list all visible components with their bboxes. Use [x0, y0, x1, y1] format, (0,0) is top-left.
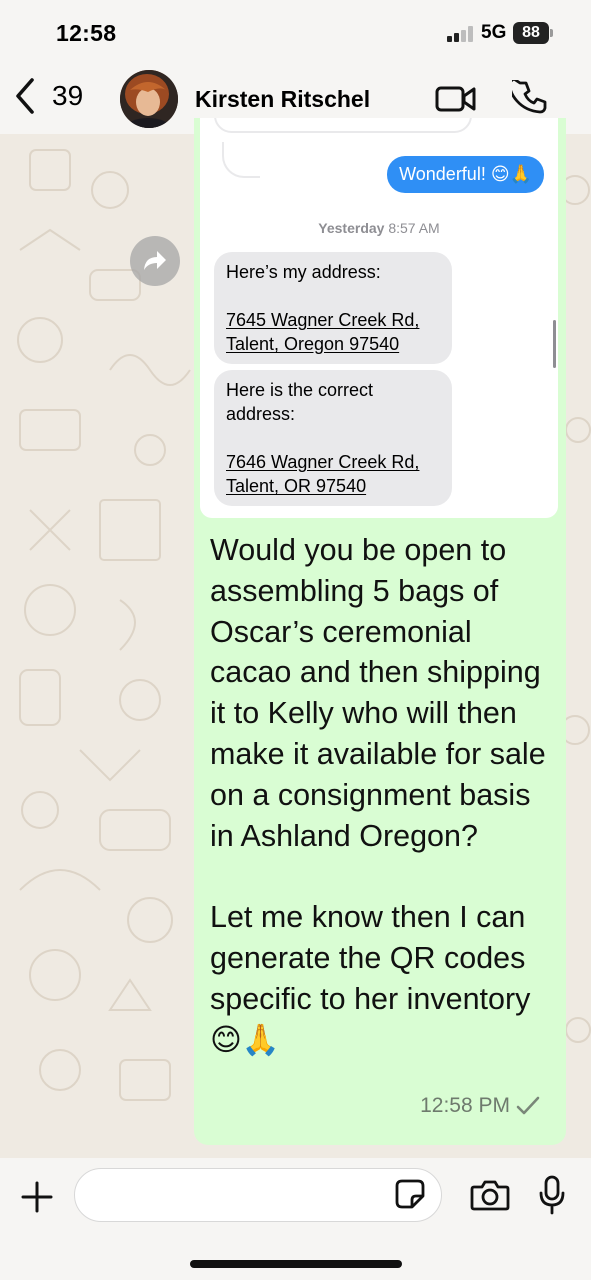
unread-count: 39: [52, 80, 84, 111]
avatar-photo: [120, 70, 178, 128]
status-time: 12:58: [56, 20, 117, 46]
avatar[interactable]: [120, 70, 178, 128]
screenshot-message-1-address-line1: 7645 Wagner Creek Rd,: [226, 310, 420, 330]
voice-call-button[interactable]: [508, 77, 548, 121]
network-type: 5G: [481, 22, 507, 43]
message-time: 12:58 PM: [420, 1094, 510, 1117]
camera-button[interactable]: [470, 1178, 510, 1217]
screenshot-timestamp-time: 8:57 AM: [388, 220, 440, 236]
battery-tip: [550, 29, 553, 37]
back-chevron-icon: [16, 78, 34, 114]
battery-icon: 88: [513, 22, 549, 44]
screenshot-message-2-address-line2: Talent, OR 97540: [226, 476, 367, 496]
screenshot-incoming-message-2: Here is the correct address: 7646 Wagner…: [214, 370, 452, 506]
screenshot-message-2-address-line1: 7646 Wagner Creek Rd,: [226, 452, 420, 472]
forward-icon: [144, 251, 166, 270]
message-text: Would you be open to assembling 5 bags o…: [210, 533, 546, 1057]
sticker-icon: [395, 1179, 425, 1209]
signal-strength-icon: [447, 26, 475, 42]
screenshot-bubble-tail: [222, 142, 260, 178]
phone-icon: [508, 77, 547, 114]
attach-button[interactable]: [20, 1180, 54, 1219]
sticker-button[interactable]: [394, 1178, 426, 1215]
camera-icon: [470, 1180, 510, 1211]
checkmark-icon: [516, 1096, 540, 1115]
message-screenshot-image[interactable]: Wonderful! 😊🙏 Yesterday 8:57 AM Here’s m…: [200, 118, 558, 518]
message-input[interactable]: [74, 1168, 442, 1222]
screenshot-message-2-intro: Here is the correct address:: [226, 380, 374, 424]
screenshot-outgoing-message: Wonderful! 😊🙏: [387, 156, 544, 193]
screenshot-previous-bubble: [214, 118, 472, 133]
outgoing-message-bubble[interactable]: Would you be open to assembling 5 bags o…: [194, 518, 566, 1145]
screenshot-scroll-indicator: [553, 320, 556, 368]
screenshot-outgoing-text: Wonderful! 😊🙏: [399, 164, 532, 184]
video-call-button[interactable]: [435, 84, 477, 119]
back-button[interactable]: 39: [12, 76, 83, 116]
video-call-icon: [435, 86, 476, 112]
screenshot-incoming-message-1: Here’s my address: 7645 Wagner Creek Rd,…: [214, 252, 452, 364]
battery-level: 88: [522, 24, 540, 41]
home-indicator: [190, 1260, 402, 1268]
screenshot-timestamp-day: Yesterday: [318, 220, 385, 236]
message-meta: 12:58 PM: [420, 1094, 540, 1118]
screenshot-timestamp: Yesterday 8:57 AM: [200, 220, 558, 236]
contact-name[interactable]: Kirsten Ritschel: [195, 86, 370, 113]
composer-bar: [0, 1158, 591, 1280]
screenshot-message-1-intro: Here’s my address:: [226, 262, 381, 282]
screenshot-message-1-address-line2: Talent, Oregon 97540: [226, 334, 400, 354]
microphone-icon: [539, 1175, 565, 1215]
plus-icon: [21, 1181, 53, 1213]
status-bar: 12:58 5G 88: [0, 0, 591, 62]
forward-button[interactable]: [130, 236, 180, 286]
microphone-button[interactable]: [538, 1175, 566, 1220]
